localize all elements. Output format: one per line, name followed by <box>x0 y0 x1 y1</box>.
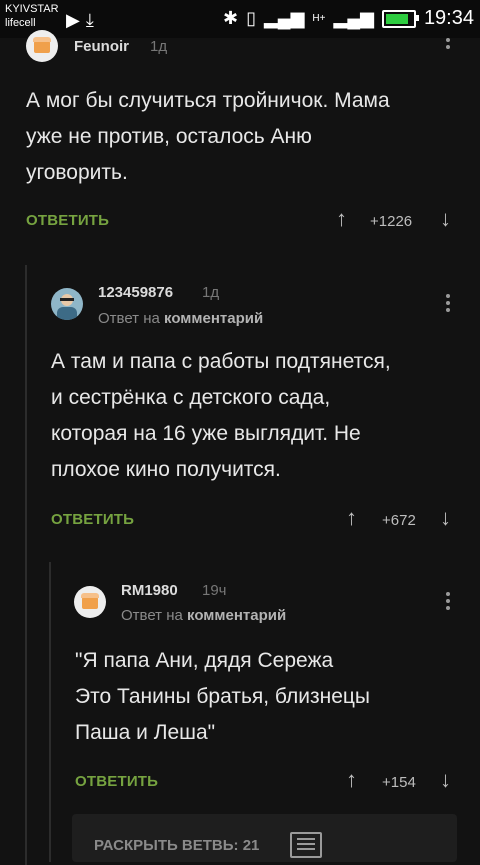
battery-fill <box>385 13 409 24</box>
thread-line[interactable] <box>25 265 27 865</box>
reply-to-link[interactable]: комментарий <box>187 607 286 624</box>
cake-icon <box>33 37 51 53</box>
reply-to: Ответ на комментарий <box>121 607 286 624</box>
status-bar: KYIVSTAR lifecell ▶ ⤓ ✱ ▯ ▂▄▆ H+ ▂▄▆ 19:… <box>0 0 480 38</box>
media-play-icon: ▶ <box>66 10 80 30</box>
avatar[interactable] <box>74 586 106 618</box>
comment-time: 1д <box>150 38 168 55</box>
comment-text: А мог бы случиться тройничок. Мама уже н… <box>26 89 390 184</box>
thread-line[interactable] <box>49 562 51 862</box>
reply-to: Ответ на комментарий <box>98 310 263 327</box>
avatar[interactable] <box>26 30 58 62</box>
carrier-names: KYIVSTAR lifecell <box>5 2 59 30</box>
reply-to-prefix: Ответ на <box>98 310 160 327</box>
comment-author[interactable]: 123459876 <box>98 284 173 301</box>
list-icon <box>290 832 322 858</box>
expand-thread-label: РАСКРЫТЬ ВЕТВЬ: 21 <box>94 837 260 854</box>
cake-icon <box>81 593 99 609</box>
reply-button[interactable]: ОТВЕТИТЬ <box>75 773 158 790</box>
downvote-icon[interactable]: ↓ <box>440 505 451 531</box>
comment-rating: +1226 <box>370 213 413 230</box>
signal-2-icon: ▂▄▆ <box>333 8 374 28</box>
vibrate-icon: ▯ <box>246 8 256 28</box>
downvote-icon[interactable]: ↓ <box>440 206 451 232</box>
comment-text: "Я папа Ани, дядя Сережа Это Танины брат… <box>75 649 371 744</box>
more-options-icon[interactable] <box>446 592 450 613</box>
upvote-icon[interactable]: ↑ <box>346 767 357 793</box>
bluetooth-icon: ✱ <box>222 8 239 28</box>
comment-time: 1д <box>202 284 220 301</box>
reply-to-prefix: Ответ на <box>121 607 183 624</box>
download-icon: ⤓ <box>85 10 94 30</box>
comment-rating: +672 <box>382 512 416 529</box>
avatar[interactable] <box>51 288 83 320</box>
carrier-1: KYIVSTAR <box>5 3 59 15</box>
reply-button[interactable]: ОТВЕТИТЬ <box>26 212 109 229</box>
comment-time: 19ч <box>202 582 227 599</box>
comment-text: А там и папа с работы подтянется, и сест… <box>51 350 391 481</box>
comment-author[interactable]: Feunoir <box>74 38 129 55</box>
carrier-2: lifecell <box>5 17 36 29</box>
network-type-label: H+ <box>312 13 326 24</box>
reply-to-link[interactable]: комментарий <box>164 310 263 327</box>
upvote-icon[interactable]: ↑ <box>346 505 357 531</box>
system-icons: ✱ ▯ ▂▄▆ H+ ▂▄▆ 19:34 <box>223 7 474 30</box>
notification-icons: ▶ ⤓ <box>66 10 94 31</box>
signal-icon: ▂▄▆ <box>263 8 305 28</box>
clock: 19:34 <box>423 7 474 29</box>
downvote-icon[interactable]: ↓ <box>440 767 451 793</box>
upvote-icon[interactable]: ↑ <box>336 206 347 232</box>
more-options-icon[interactable] <box>446 294 450 315</box>
reply-button[interactable]: ОТВЕТИТЬ <box>51 511 134 528</box>
comment-author[interactable]: RM1980 <box>121 582 178 599</box>
expand-thread-button[interactable]: РАСКРЫТЬ ВЕТВЬ: 21 <box>72 814 457 862</box>
more-options-icon[interactable] <box>446 38 450 52</box>
battery-icon <box>381 9 419 28</box>
comment-rating: +154 <box>382 774 416 791</box>
